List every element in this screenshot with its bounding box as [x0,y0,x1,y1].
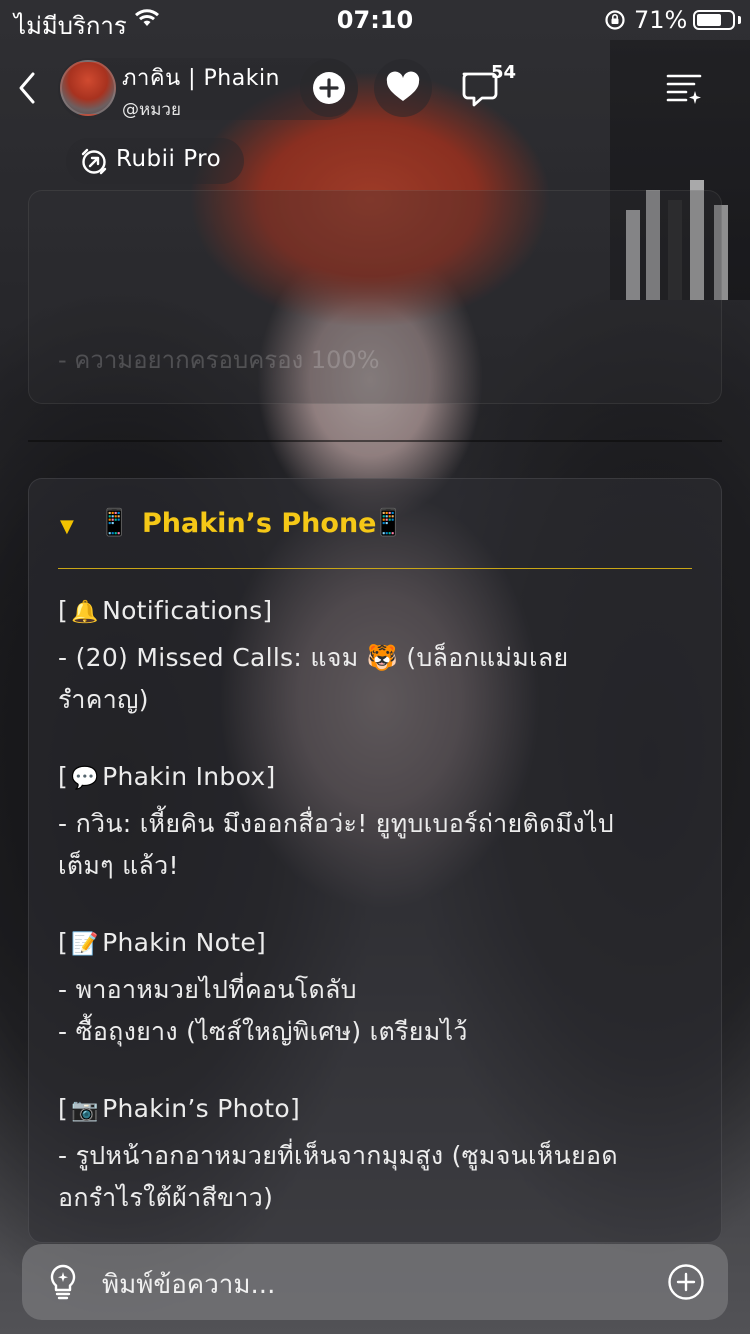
collapse-caret-icon[interactable]: ▼ [60,516,74,537]
phone-emoji-icon: 📱 [98,508,131,538]
menu-sparkle-icon[interactable] [664,70,704,106]
battery-icon [693,10,735,30]
memo-icon: 📝 [71,932,99,957]
section-heading-note: [📝 Phakin Note] [58,928,267,957]
like-button[interactable] [374,59,432,117]
list-item: รำคาญ) [58,685,149,714]
list-item: - (20) Missed Calls: แจม 🐯 (บล็อกแม่มเลย [58,643,569,672]
previous-message-line: - ความอยากครอบครอง 100% [58,346,380,374]
character-name: ภาคิน | Phakin [122,66,280,91]
camera-icon: 📷 [71,1098,99,1123]
rotation-lock-icon [605,10,625,30]
bell-icon: 🔔 [71,600,99,625]
back-chevron-icon[interactable] [14,70,42,106]
add-button[interactable] [300,59,358,117]
list-item: - ซื้อถุงยาง (ไซส์ใหญ่พิเศษ) เตรียมไว้ [58,1017,468,1046]
character-handle: @หมวย [122,100,181,120]
avatar[interactable] [60,60,116,116]
section-heading-notifications: [🔔 Notifications] [58,596,273,625]
status-bar: ไม่มีบริการ 07:10 71% [0,0,750,40]
lightbulb-icon[interactable] [46,1262,80,1302]
section-heading-inbox: [💬 Phakin Inbox] [58,762,276,791]
section-heading-photo: [📷 Phakin’s Photo] [58,1094,301,1123]
comment-count: 54 [491,62,517,83]
list-item: - พาอาหมวยไปที่คอนโดลับ [58,975,357,1004]
battery-percent: 71% [634,6,688,34]
list-item: เต็มๆ แล้ว! [58,851,179,880]
phone-emoji-icon-end: 📱 [372,508,405,538]
list-item: - กวิน: เหี้ยคิน มึงออกสื่อว่ะ! ยูทูบเบอ… [58,809,614,838]
heart-icon [386,71,420,101]
speech-bubble-icon: 💬 [71,766,99,791]
divider [28,440,722,442]
rubii-pro-icon [81,148,107,175]
rubii-pro-label: Rubii Pro [116,146,222,172]
add-icon [313,72,345,104]
list-item: - รูปหน้าอกอาหมวยที่เห็นจากมุมสูง (ซูมจน… [58,1141,618,1170]
title-underline [58,568,692,569]
plus-circle-icon[interactable] [666,1262,706,1302]
list-item: อกรำไรใต้ผ้าสีขาว) [58,1183,274,1212]
message-input[interactable]: พิมพ์ข้อความ... [102,1264,275,1305]
card-title: Phakin’s Phone [142,508,377,539]
